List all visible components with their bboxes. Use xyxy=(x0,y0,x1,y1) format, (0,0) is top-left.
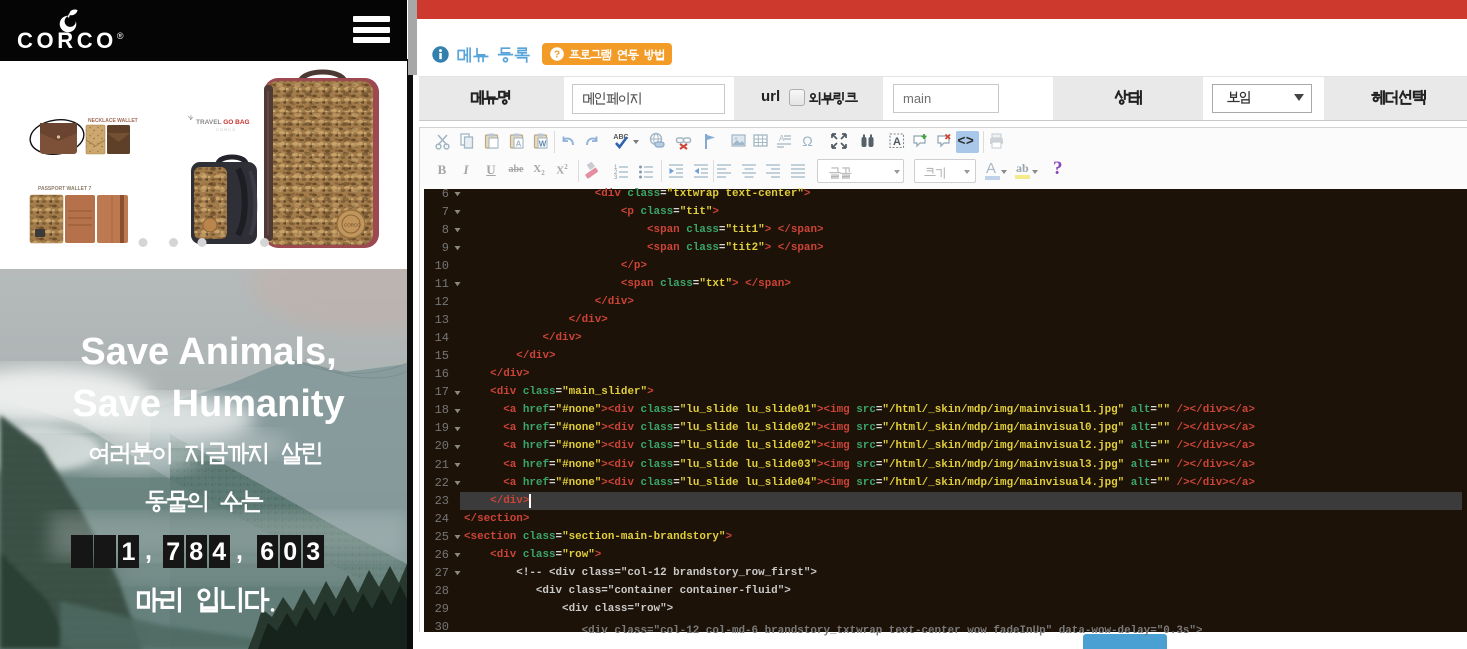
svg-text:Ω: Ω xyxy=(802,133,812,149)
svg-text:W: W xyxy=(538,140,546,149)
svg-text:3: 3 xyxy=(614,175,618,181)
svg-text:TRAVEL GO BAG: TRAVEL GO BAG xyxy=(196,119,250,126)
svg-text:CORCO: CORCO xyxy=(344,223,361,228)
svg-text:C O R C O: C O R C O xyxy=(216,127,235,132)
svg-text:PASSPORT WALLET 7: PASSPORT WALLET 7 xyxy=(38,186,91,192)
svg-text:A: A xyxy=(515,140,521,149)
svg-text:A: A xyxy=(893,136,901,148)
svg-text:?: ? xyxy=(554,49,560,60)
svg-text:NECKLACE WALLET: NECKLACE WALLET xyxy=(88,118,138,124)
